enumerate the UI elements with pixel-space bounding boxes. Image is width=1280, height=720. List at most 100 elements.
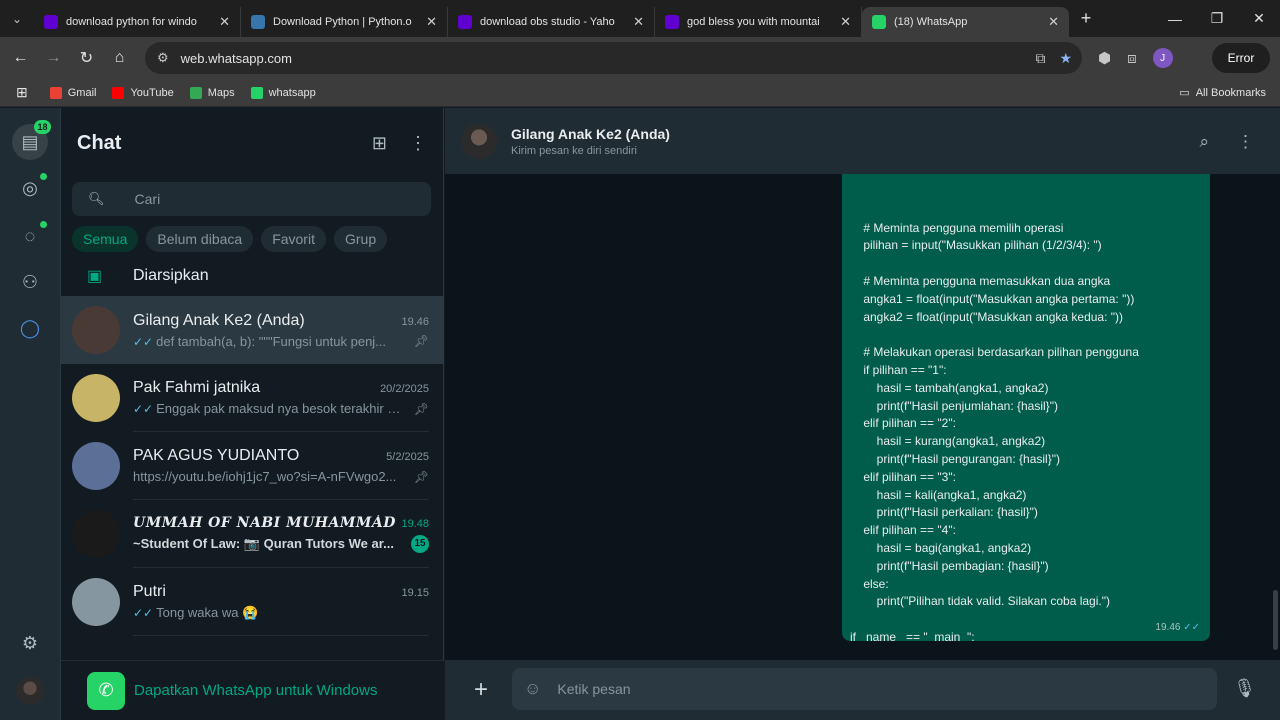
chat-time: 19.48 (401, 517, 429, 530)
menu-dots-icon[interactable]: ⋮ (1237, 132, 1254, 152)
chat-avatar[interactable] (72, 442, 120, 490)
chat-avatar[interactable] (72, 306, 120, 354)
contact-avatar[interactable] (461, 123, 497, 159)
chat-row-top: Putri 19.15 (133, 583, 429, 601)
bookmark-gmail[interactable]: Gmail (49, 86, 96, 99)
search-icon[interactable]: ⌕ (1199, 132, 1209, 152)
chat-row[interactable]: Putri 19.15 ✓✓ Tong waka wa 😭 (61, 568, 443, 636)
home-button[interactable]: ⌂ (103, 49, 136, 67)
contact-name: Gilang Anak Ke2 (Anda) (511, 125, 670, 142)
tab-close-icon[interactable]: ✕ (426, 14, 437, 30)
search-input[interactable]: 🔍︎ Cari (72, 182, 431, 216)
chats-badge: 18 (34, 120, 51, 134)
bookmark-maps[interactable]: Maps (189, 86, 235, 99)
browser-tab[interactable]: download obs studio - Yaho ✕ (448, 7, 655, 37)
tab-close-icon[interactable]: ✕ (840, 14, 851, 30)
close-window-button[interactable]: ✕ (1238, 0, 1280, 37)
chat-row-bottom: ✓✓ Enggak pak maksud nya besok terakhir d… (133, 401, 429, 416)
nav-rail: ▤ 18 ◎ ◌ ⚇ ◯ ⚙ (0, 108, 61, 720)
chat-last-message: https://youtu.be/iohj1jc7_wo?si=A-nFVwgo… (133, 469, 406, 484)
message-line: if _name_ == "_main_": (850, 629, 975, 641)
sticker-icon[interactable]: ☺ (524, 679, 541, 699)
microphone-icon[interactable]: 🎙︎ (1233, 678, 1256, 699)
archived-row[interactable]: ▣ Diarsipkan (61, 256, 443, 296)
tab-close-icon[interactable]: ✕ (219, 14, 230, 30)
chat-avatar[interactable] (72, 510, 120, 558)
chat-name: UMMAH OF NABI MUHAMMÀD (133, 514, 396, 531)
yahoo-icon (44, 15, 58, 29)
message-input[interactable]: ☺ Ketik pesan (512, 668, 1217, 710)
message-line (850, 255, 1200, 273)
message-line: angka2 = float(input("Masukkan angka ked… (850, 309, 1124, 324)
conversation-header[interactable]: Gilang Anak Ke2 (Anda) Kirim pesan ke di… (445, 108, 1280, 174)
bookmark-youtube[interactable]: YouTube (112, 86, 174, 99)
url-text: web.whatsapp.com (180, 50, 292, 66)
chat-row[interactable]: PAK AGUS YUDIANTO 5/2/2025 https://youtu.b… (61, 432, 443, 500)
browser-tab[interactable]: Download Python | Python.o ✕ (241, 7, 448, 37)
all-bookmarks[interactable]: ▭ All Bookmarks (1179, 86, 1266, 100)
filter-chip-belum-dibaca[interactable]: Belum dibaca (146, 226, 254, 252)
chat-avatar[interactable] (72, 374, 120, 422)
install-app-icon[interactable]: ⧉ (1035, 50, 1045, 67)
browser-tab[interactable]: download python for windo ✕ (34, 7, 241, 37)
scrollbar[interactable] (1273, 590, 1278, 650)
filter-chip-favorit[interactable]: Favorit (261, 226, 326, 252)
message-line: print(f"Hasil perkalian: {hasil}") (850, 505, 1038, 520)
bookmarks-bar: ⊞ Gmail YouTube Maps whatsapp ▭ All Bookmar… (0, 79, 1280, 107)
browser-tab[interactable]: god bless you with mountai ✕ (655, 7, 862, 37)
window-controls: — ❐ ✕ (1154, 0, 1280, 37)
settings-gear-icon[interactable]: ⚙ (16, 629, 44, 657)
puzzle-extensions-icon[interactable]: ⧈ (1127, 50, 1137, 67)
tab-search-button[interactable]: ⌄ (0, 0, 34, 37)
get-app-banner[interactable]: ✆ Dapatkan WhatsApp untuk Windows (61, 660, 444, 720)
menu-dots-icon[interactable]: ⋮ (409, 133, 427, 154)
extensions-area: ⬢ ⧈ J (1098, 48, 1173, 68)
attach-plus-button[interactable]: + (445, 676, 517, 704)
message-placeholder: Ketik pesan (557, 681, 631, 697)
filter-chip-grup[interactable]: Grup (333, 226, 388, 252)
contact-subtitle: Kirim pesan ke diri sendiri (511, 144, 637, 157)
back-button[interactable]: ← (4, 49, 37, 67)
chat-last-message: ~Student Of Law: 📷 Quran Tutors We ar... (133, 536, 403, 552)
bookmark-label: Maps (207, 86, 235, 99)
unread-badge: 15 (411, 534, 429, 553)
omnibox[interactable]: ⚙ web.whatsapp.com ⧉ ★ (145, 42, 1082, 74)
reload-button[interactable]: ↻ (70, 48, 103, 68)
new-chat-icon[interactable]: ⊞ (372, 133, 387, 154)
forward-button[interactable]: → (37, 49, 70, 67)
chat-rows: Gilang Anak Ke2 (Anda) 19.46 ✓✓ def tambah(… (61, 296, 443, 636)
profile-avatar[interactable] (16, 677, 44, 705)
site-info-icon[interactable]: ⚙ (157, 50, 169, 66)
chat-last-message-text: def tambah(a, b): """Fungsi untuk penj..… (156, 333, 387, 349)
new-tab-button[interactable]: + (1069, 8, 1103, 29)
apps-grid-icon[interactable]: ⊞ (16, 84, 28, 101)
chat-row[interactable]: UMMAH OF NABI MUHAMMÀD 19.48 ~Student Of L… (61, 500, 443, 568)
browser-tab[interactable]: (18) WhatsApp ✕ (862, 7, 1069, 37)
meta-ai-icon[interactable]: ◯ (16, 314, 44, 342)
tab-close-icon[interactable]: ✕ (1048, 14, 1059, 30)
minimize-button[interactable]: — (1154, 0, 1196, 37)
gmail-icon (49, 86, 62, 99)
omnibox-actions: ⧉ ★ (1035, 50, 1072, 67)
chat-row[interactable]: Pak Fahmi jatnika 20/2/2025 ✓✓ Enggak pak m… (61, 364, 443, 432)
tab-title: download obs studio - Yaho (480, 16, 615, 28)
error-button[interactable]: Error (1212, 43, 1270, 73)
pin-icon: 📌︎ (413, 334, 429, 348)
extension-icon[interactable]: ⬢ (1098, 49, 1111, 67)
chat-row[interactable]: Gilang Anak Ke2 (Anda) 19.46 ✓✓ def tambah(… (61, 296, 443, 364)
filter-chip-semua[interactable]: Semua (72, 226, 139, 252)
communities-icon[interactable]: ⚇ (16, 268, 44, 296)
bookmark-star-icon[interactable]: ★ (1059, 50, 1072, 67)
tab-close-icon[interactable]: ✕ (633, 14, 644, 30)
profile-avatar[interactable]: J (1152, 48, 1173, 68)
outgoing-message-bubble[interactable]: # Meminta pengguna memilih operasi pilih… (842, 174, 1210, 641)
message-line: else: (850, 576, 889, 591)
bookmark-list: Gmail YouTube Maps whatsapp (49, 86, 332, 99)
chat-avatar[interactable] (72, 578, 120, 626)
whatsapp-logo-icon: ✆ (87, 671, 125, 710)
message-text: # Meminta pengguna memilih operasi pilih… (850, 220, 1200, 641)
message-line: angka1 = float(input("Masukkan angka per… (850, 291, 1135, 306)
whatsapp-icon (872, 15, 886, 29)
bookmark-whatsapp[interactable]: whatsapp (250, 86, 316, 99)
maximize-button[interactable]: ❐ (1196, 0, 1238, 37)
